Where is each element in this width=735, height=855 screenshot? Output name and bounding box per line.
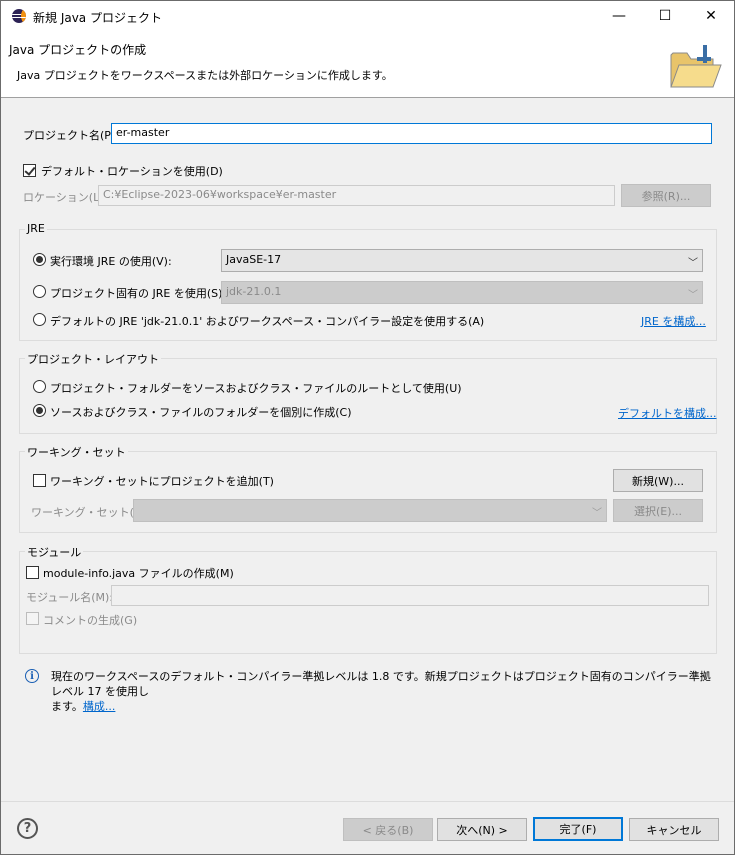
module-name-input[interactable] (111, 585, 709, 606)
project-name-input[interactable]: er-master (111, 123, 712, 144)
maximize-icon: ☐ (658, 8, 672, 24)
configure-jre-link[interactable]: JRE を構成... (641, 313, 706, 329)
jre-default-radio[interactable] (33, 313, 46, 326)
project-name-label: プロジェクト名(P): (23, 129, 119, 142)
module-name-label: モジュール名(M): (26, 591, 114, 604)
create-module-info-label: module-info.java ファイルの作成(M) (43, 567, 234, 580)
working-sets-select[interactable]: ﹀ (133, 499, 607, 522)
footer-separator (1, 801, 734, 802)
info-configure-link[interactable]: 構成... (83, 700, 116, 713)
select-working-set-button[interactable]: 選択(E)... (613, 499, 703, 522)
cancel-button[interactable]: キャンセル (629, 818, 719, 841)
new-folder-icon (670, 45, 722, 88)
title-bar: 新規 Java プロジェクト — ☐ ✕ (1, 1, 734, 31)
project-layout-group (19, 358, 717, 434)
jre-project-value: jdk-21.0.1 (226, 285, 282, 298)
info-message: 現在のワークスペースのデフォルト・コンパイラー準拠レベルは 1.8 です。新規プ… (51, 669, 716, 714)
new-working-set-button[interactable]: 新規(W)... (613, 469, 703, 492)
layout-root-label: プロジェクト・フォルダーをソースおよびクラス・ファイルのルートとして使用(U) (50, 382, 462, 395)
jre-env-label: 実行環境 JRE の使用(V): (50, 255, 172, 268)
location-input[interactable]: C:¥Eclipse-2023-06¥workspace¥er-master (98, 185, 615, 206)
finish-button[interactable]: 完了(F) (533, 817, 623, 841)
location-label: ロケーション(L): (23, 191, 108, 204)
chevron-down-icon: ﹀ (592, 508, 602, 519)
wizard-description: Java プロジェクトをワークスペースまたは外部ロケーションに作成します。 (17, 69, 393, 82)
info-message-line2: ます。 (51, 700, 83, 713)
chevron-down-icon: ﹀ (688, 258, 698, 269)
back-button[interactable]: < 戻る(B) (343, 818, 433, 841)
module-group-title: モジュール (25, 544, 84, 560)
jre-env-radio[interactable] (33, 253, 46, 266)
layout-separate-label: ソースおよびクラス・ファイルのフォルダーを個別に作成(C) (50, 406, 352, 419)
wizard-title: Java プロジェクトの作成 (9, 43, 147, 57)
create-module-info-checkbox[interactable] (26, 566, 39, 579)
close-button[interactable]: ✕ (688, 1, 734, 31)
jre-project-label: プロジェクト固有の JRE を使用(S): (50, 287, 227, 300)
generate-comments-label: コメントの生成(G) (43, 614, 138, 627)
jre-env-value: JavaSE-17 (226, 253, 282, 266)
chevron-down-icon: ﹀ (688, 290, 698, 301)
default-location-checkbox[interactable] (23, 164, 36, 177)
add-working-set-checkbox[interactable] (33, 474, 46, 487)
jre-default-label: デフォルトの JRE 'jdk-21.0.1' およびワークスペース・コンパイラ… (50, 315, 485, 328)
jre-group-title: JRE (25, 222, 47, 235)
layout-separate-radio[interactable] (33, 404, 46, 417)
jre-project-select[interactable]: jdk-21.0.1 ﹀ (221, 281, 703, 304)
jre-project-radio[interactable] (33, 285, 46, 298)
generate-comments-checkbox[interactable] (26, 612, 39, 625)
new-java-project-dialog: 新規 Java プロジェクト — ☐ ✕ Java プロジェクトの作成 Java… (0, 0, 735, 855)
jre-env-select[interactable]: JavaSE-17 ﹀ (221, 249, 703, 272)
wizard-header: Java プロジェクトの作成 Java プロジェクトをワークスペースまたは外部ロ… (1, 31, 734, 98)
layout-root-radio[interactable] (33, 380, 46, 393)
minimize-button[interactable]: — (596, 1, 642, 31)
window-title: 新規 Java プロジェクト (33, 11, 162, 25)
minimize-icon: — (612, 8, 626, 24)
browse-button[interactable]: 参照(R)... (621, 184, 711, 207)
info-message-line1: 現在のワークスペースのデフォルト・コンパイラー準拠レベルは 1.8 です。新規プ… (51, 670, 711, 698)
maximize-button[interactable]: ☐ (642, 1, 688, 31)
info-icon: i (25, 669, 39, 683)
next-button[interactable]: 次へ(N) > (437, 818, 527, 841)
help-icon[interactable]: ? (17, 818, 38, 839)
eclipse-icon (12, 9, 26, 23)
add-working-set-label: ワーキング・セットにプロジェクトを追加(T) (50, 475, 274, 488)
project-layout-group-title: プロジェクト・レイアウト (25, 351, 161, 367)
working-set-group-title: ワーキング・セット (25, 444, 128, 460)
configure-default-link[interactable]: デフォルトを構成... (618, 405, 717, 421)
close-icon: ✕ (705, 8, 717, 24)
default-location-label: デフォルト・ロケーションを使用(D) (41, 165, 223, 178)
